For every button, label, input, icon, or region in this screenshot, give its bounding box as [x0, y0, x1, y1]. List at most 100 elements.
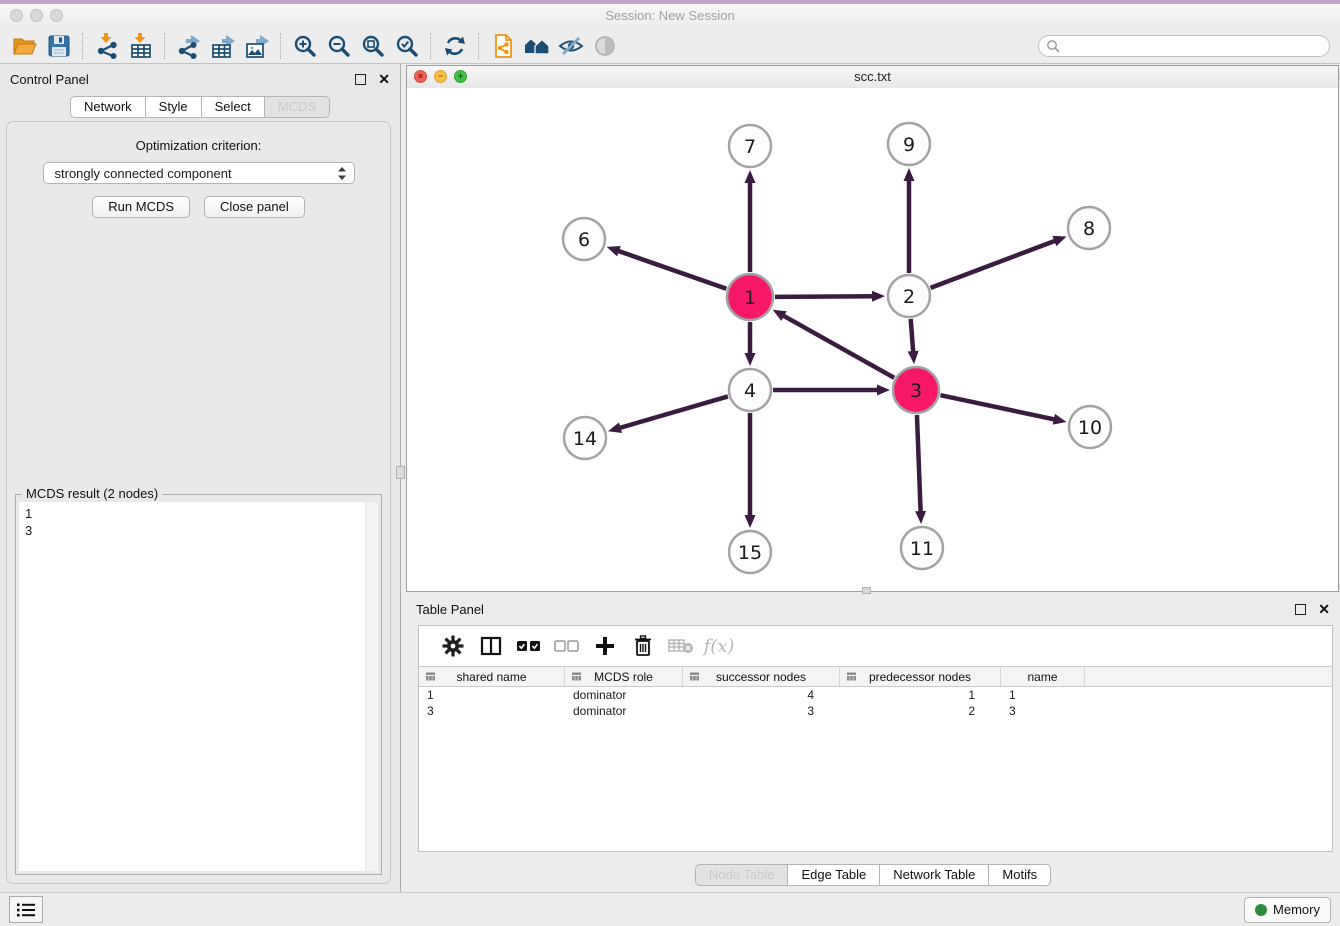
checked-boxes-icon: [516, 639, 542, 653]
network-view-window: × − + scc.txt 7968124314101511: [406, 65, 1339, 592]
close-table-panel-icon[interactable]: ✕: [1318, 602, 1330, 616]
graph-edge[interactable]: [619, 396, 728, 428]
graph-edge-arrowhead: [745, 170, 756, 183]
table-toolbar: f(x): [419, 626, 1332, 666]
unselect-all-columns-button[interactable]: [548, 632, 586, 660]
tab-node-table[interactable]: Node Table: [695, 864, 789, 886]
show-columns-button[interactable]: [472, 632, 510, 660]
tab-style[interactable]: Style: [145, 96, 202, 118]
first-neighbors-button[interactable]: [520, 31, 554, 61]
minimize-window-button[interactable]: [30, 9, 43, 22]
task-history-button[interactable]: [9, 896, 43, 923]
select-all-columns-button[interactable]: [510, 632, 548, 660]
close-panel-icon[interactable]: ✕: [378, 72, 390, 86]
column-header-mcds-role[interactable]: MCDS role: [565, 667, 683, 686]
hide-graphics-details-button[interactable]: [554, 31, 588, 61]
save-session-button[interactable]: [42, 31, 76, 61]
table-row[interactable]: 1 dominator 4 1 1: [419, 687, 1332, 703]
memory-status-icon: [1255, 904, 1267, 916]
select-stepper-icon: [337, 166, 347, 184]
graph-edge[interactable]: [782, 315, 894, 378]
cell-predecessor-nodes[interactable]: 2: [840, 704, 1001, 718]
column-header-successor-nodes[interactable]: successor nodes: [683, 667, 840, 686]
import-table-button[interactable]: [124, 31, 158, 61]
cell-shared-name[interactable]: 3: [419, 704, 565, 718]
network-graph[interactable]: 7968124314101511: [407, 88, 1338, 591]
column-header-predecessor-nodes[interactable]: predecessor nodes: [840, 667, 1001, 686]
tab-edge-table[interactable]: Edge Table: [787, 864, 880, 886]
export-table-button[interactable]: [206, 31, 240, 61]
cell-name[interactable]: 3: [1001, 704, 1085, 718]
delete-table-button: [662, 632, 700, 660]
cell-successor-nodes[interactable]: 3: [683, 704, 840, 718]
toolbar-separator: [280, 33, 282, 59]
search-input[interactable]: [1038, 35, 1330, 57]
table-row[interactable]: 3 dominator 3 2 3: [419, 703, 1332, 719]
panel-splitter-handle[interactable]: [396, 466, 405, 479]
result-scrollbar[interactable]: [365, 502, 378, 871]
tab-network[interactable]: Network: [70, 96, 146, 118]
graph-edge[interactable]: [911, 319, 914, 353]
column-header-name[interactable]: name: [1001, 667, 1085, 686]
search-icon: [1046, 39, 1060, 53]
cell-shared-name[interactable]: 1: [419, 688, 565, 702]
graph-edge[interactable]: [775, 296, 874, 297]
float-table-panel-icon[interactable]: [1295, 604, 1306, 615]
network-minimize-button[interactable]: −: [434, 70, 447, 83]
toolbar-separator: [430, 33, 432, 59]
zoom-out-button[interactable]: [322, 31, 356, 61]
graph-edge[interactable]: [940, 395, 1055, 420]
tab-mcds[interactable]: MCDS: [264, 96, 330, 118]
close-window-button[interactable]: [10, 9, 23, 22]
run-mcds-button[interactable]: Run MCDS: [92, 196, 190, 218]
float-panel-icon[interactable]: [355, 74, 366, 85]
show-graphics-details-button[interactable]: [588, 31, 622, 61]
criterion-select[interactable]: strongly connected component: [43, 162, 355, 184]
cell-predecessor-nodes[interactable]: 1: [840, 688, 1001, 702]
cell-mcds-role[interactable]: dominator: [565, 688, 683, 702]
columns-icon: [479, 635, 503, 657]
column-edit-icon: [846, 671, 857, 682]
window-resize-grip[interactable]: [862, 587, 871, 594]
network-close-button[interactable]: ×: [414, 70, 427, 83]
tab-motifs[interactable]: Motifs: [988, 864, 1051, 886]
list-icon: [16, 902, 36, 918]
network-zoom-button[interactable]: +: [454, 70, 467, 83]
tab-select[interactable]: Select: [201, 96, 265, 118]
toolbar-separator: [478, 33, 480, 59]
network-window-title: scc.txt: [407, 66, 1338, 87]
apply-layout-button[interactable]: [438, 31, 472, 61]
cell-name[interactable]: 1: [1001, 688, 1085, 702]
network-window-titlebar[interactable]: × − + scc.txt: [407, 66, 1338, 89]
import-network-button[interactable]: [90, 31, 124, 61]
close-panel-button[interactable]: Close panel: [204, 196, 305, 218]
graph-edge[interactable]: [931, 240, 1057, 288]
zoom-selected-button[interactable]: [390, 31, 424, 61]
open-session-button[interactable]: [8, 31, 42, 61]
window-controls: [10, 9, 63, 22]
delete-columns-button[interactable]: [624, 632, 662, 660]
graph-node-label: 6: [578, 229, 590, 251]
create-column-button[interactable]: [586, 632, 624, 660]
cell-mcds-role[interactable]: dominator: [565, 704, 683, 718]
zoom-in-button[interactable]: [288, 31, 322, 61]
network-window-controls: × − +: [414, 70, 467, 83]
memory-button[interactable]: Memory: [1244, 897, 1331, 923]
export-image-button[interactable]: [240, 31, 274, 61]
node-table-container: f(x) shared name MCDS role: [418, 625, 1333, 852]
graph-edge[interactable]: [617, 251, 726, 289]
clone-network-button[interactable]: [486, 31, 520, 61]
column-header-shared-name[interactable]: shared name: [419, 667, 565, 686]
search-box: [1038, 35, 1330, 57]
graph-edge[interactable]: [917, 415, 921, 513]
mcds-result-textarea[interactable]: 1 3: [19, 502, 378, 871]
table-options-button[interactable]: [434, 632, 472, 660]
tab-network-table[interactable]: Network Table: [879, 864, 989, 886]
graph-node-label: 2: [903, 286, 915, 308]
zoom-window-button[interactable]: [50, 9, 63, 22]
cell-successor-nodes[interactable]: 4: [683, 688, 840, 702]
network-canvas[interactable]: 7968124314101511: [407, 88, 1338, 591]
export-network-button[interactable]: [172, 31, 206, 61]
eye-slash-icon: [558, 33, 584, 59]
zoom-fit-button[interactable]: [356, 31, 390, 61]
